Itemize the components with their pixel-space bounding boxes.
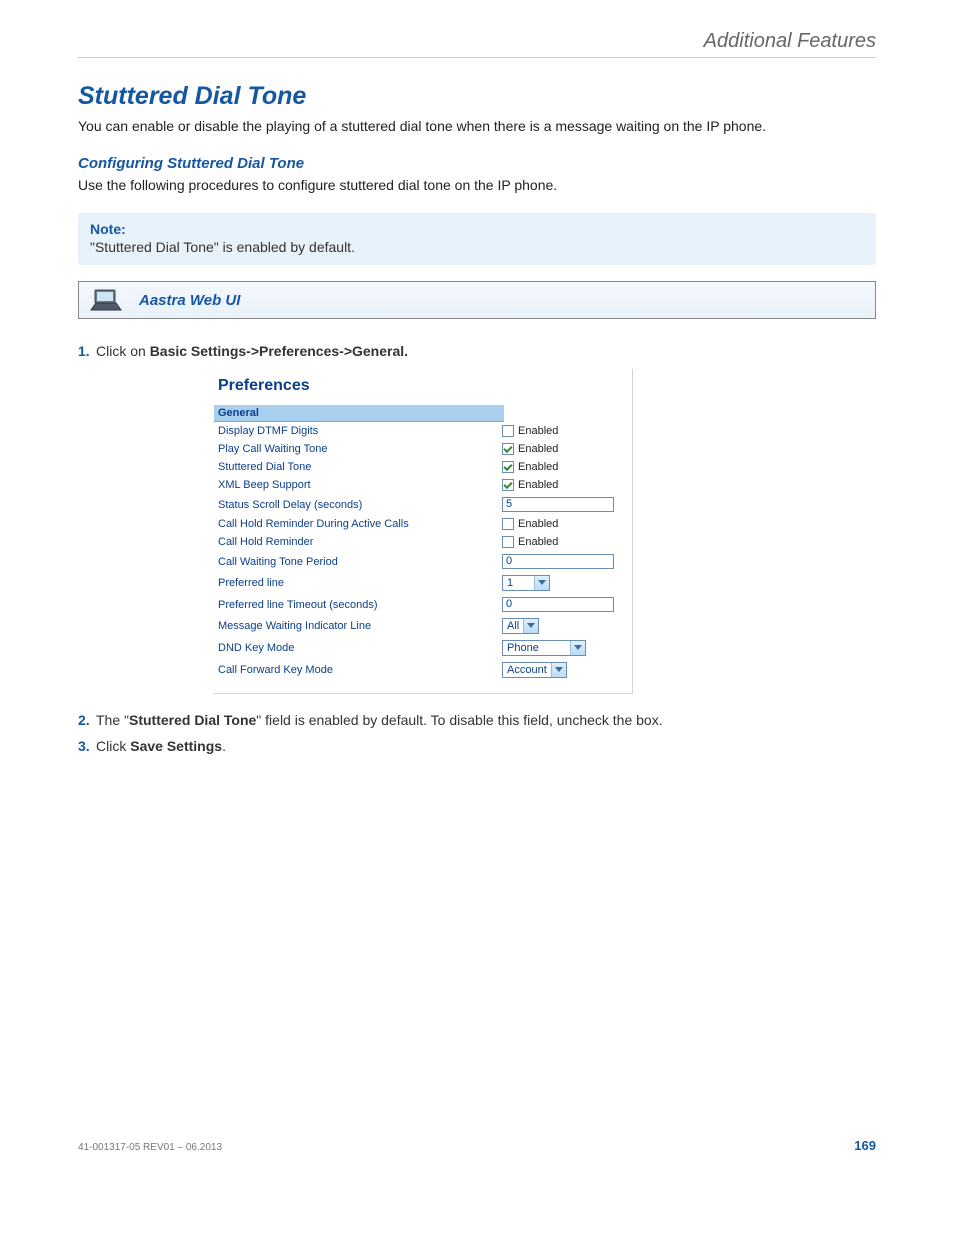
enabled-text: Enabled xyxy=(518,536,558,548)
preferences-section-header: General xyxy=(214,405,504,422)
pref-label: Call Hold Reminder During Active Calls xyxy=(218,518,502,530)
pref-label: Preferred line Timeout (seconds) xyxy=(218,599,502,611)
header-divider xyxy=(78,57,876,58)
page-footer: 41-001317-05 REV01 – 06.2013 169 xyxy=(78,1138,876,1153)
step-bold: Stuttered Dial Tone xyxy=(129,712,256,728)
input-ssd[interactable]: 5 xyxy=(502,497,614,512)
pref-label: Display DTMF Digits xyxy=(218,425,502,437)
pref-row-dtmf: Display DTMF Digits Enabled xyxy=(214,422,632,440)
pref-label: Call Forward Key Mode xyxy=(218,664,502,676)
pref-label: Play Call Waiting Tone xyxy=(218,443,502,455)
page-number: 169 xyxy=(854,1138,876,1153)
pref-row-sdt: Stuttered Dial Tone Enabled xyxy=(214,458,632,476)
subsection-title: Configuring Stuttered Dial Tone xyxy=(78,155,876,172)
select-value: 1 xyxy=(503,577,534,589)
pref-label: XML Beep Support xyxy=(218,479,502,491)
select-dnd[interactable]: Phone xyxy=(502,640,586,656)
input-plto[interactable]: 0 xyxy=(502,597,614,612)
pref-row-pline: Preferred line 1 xyxy=(214,572,632,594)
checkbox-sdt[interactable] xyxy=(502,461,514,473)
pref-row-chr: Call Hold Reminder Enabled xyxy=(214,533,632,551)
chevron-down-icon xyxy=(570,641,585,655)
pref-row-xml: XML Beep Support Enabled xyxy=(214,476,632,494)
section-header: Additional Features xyxy=(78,30,876,53)
step-bold: Basic Settings->Preferences->General. xyxy=(150,343,408,359)
pref-label: Status Scroll Delay (seconds) xyxy=(218,499,502,511)
step-bold: Save Settings xyxy=(130,738,222,754)
webui-bar: Aastra Web UI xyxy=(78,281,876,319)
pref-label: DND Key Mode xyxy=(218,642,502,654)
note-box: Note: "Stuttered Dial Tone" is enabled b… xyxy=(78,213,876,265)
enabled-text: Enabled xyxy=(518,479,558,491)
select-mwil[interactable]: All xyxy=(502,618,539,634)
select-value: All xyxy=(503,620,523,632)
step-text: Click Save Settings. xyxy=(96,738,876,754)
select-value: Account xyxy=(503,664,551,676)
step-post: " field is enabled by default. To disabl… xyxy=(256,712,662,728)
pref-row-mwil: Message Waiting Indicator Line All xyxy=(214,615,632,637)
checkbox-dtmf[interactable] xyxy=(502,425,514,437)
checkbox-chrdac[interactable] xyxy=(502,518,514,530)
preferences-title: Preferences xyxy=(214,377,632,405)
step-number: 2. xyxy=(78,712,96,728)
chevron-down-icon xyxy=(534,576,549,590)
step-number: 3. xyxy=(78,738,96,754)
webui-label: Aastra Web UI xyxy=(139,292,240,309)
step-2: 2. The "Stuttered Dial Tone" field is en… xyxy=(78,712,876,728)
page-title: Stuttered Dial Tone xyxy=(78,82,876,111)
step-pre: The " xyxy=(96,712,129,728)
checkbox-cwt[interactable] xyxy=(502,443,514,455)
pref-label: Call Hold Reminder xyxy=(218,536,502,548)
doc-id: 41-001317-05 REV01 – 06.2013 xyxy=(78,1142,222,1153)
pref-label: Message Waiting Indicator Line xyxy=(218,620,502,632)
note-label: Note: xyxy=(90,221,864,237)
step-list: 1. Click on Basic Settings->Preferences-… xyxy=(78,343,876,359)
pref-row-ssd: Status Scroll Delay (seconds) 5 xyxy=(214,494,632,515)
pref-row-dnd: DND Key Mode Phone xyxy=(214,637,632,659)
intro-paragraph: You can enable or disable the playing of… xyxy=(78,117,876,137)
step-number: 1. xyxy=(78,343,96,359)
select-cfkm[interactable]: Account xyxy=(502,662,567,678)
chevron-down-icon xyxy=(523,619,538,633)
pref-label: Preferred line xyxy=(218,577,502,589)
enabled-text: Enabled xyxy=(518,518,558,530)
pref-label: Stuttered Dial Tone xyxy=(218,461,502,473)
pref-label: Call Waiting Tone Period xyxy=(218,556,502,568)
select-value: Phone xyxy=(503,642,570,654)
pref-row-chrdac: Call Hold Reminder During Active Calls E… xyxy=(214,515,632,533)
pref-row-cwtp: Call Waiting Tone Period 0 xyxy=(214,551,632,572)
step-3: 3. Click Save Settings. xyxy=(78,738,876,754)
step-pre: Click on xyxy=(96,343,150,359)
laptop-icon xyxy=(87,286,125,314)
step-1: 1. Click on Basic Settings->Preferences-… xyxy=(78,343,876,359)
input-cwtp[interactable]: 0 xyxy=(502,554,614,569)
note-text: "Stuttered Dial Tone" is enabled by defa… xyxy=(90,239,864,255)
pref-row-cfkm: Call Forward Key Mode Account xyxy=(214,659,632,681)
enabled-text: Enabled xyxy=(518,425,558,437)
checkbox-xml[interactable] xyxy=(502,479,514,491)
step-list-continued: 2. The "Stuttered Dial Tone" field is en… xyxy=(78,712,876,754)
step-text: Click on Basic Settings->Preferences->Ge… xyxy=(96,343,876,359)
pref-row-cwt: Play Call Waiting Tone Enabled xyxy=(214,440,632,458)
enabled-text: Enabled xyxy=(518,461,558,473)
chevron-down-icon xyxy=(551,663,566,677)
subsection-intro: Use the following procedures to configur… xyxy=(78,176,876,196)
enabled-text: Enabled xyxy=(518,443,558,455)
pref-row-plto: Preferred line Timeout (seconds) 0 xyxy=(214,594,632,615)
checkbox-chr[interactable] xyxy=(502,536,514,548)
select-pline[interactable]: 1 xyxy=(502,575,550,591)
preferences-panel: Preferences General Display DTMF Digits … xyxy=(214,369,633,694)
step-text: The "Stuttered Dial Tone" field is enabl… xyxy=(96,712,876,728)
step-pre: Click xyxy=(96,738,130,754)
step-post: . xyxy=(222,738,226,754)
